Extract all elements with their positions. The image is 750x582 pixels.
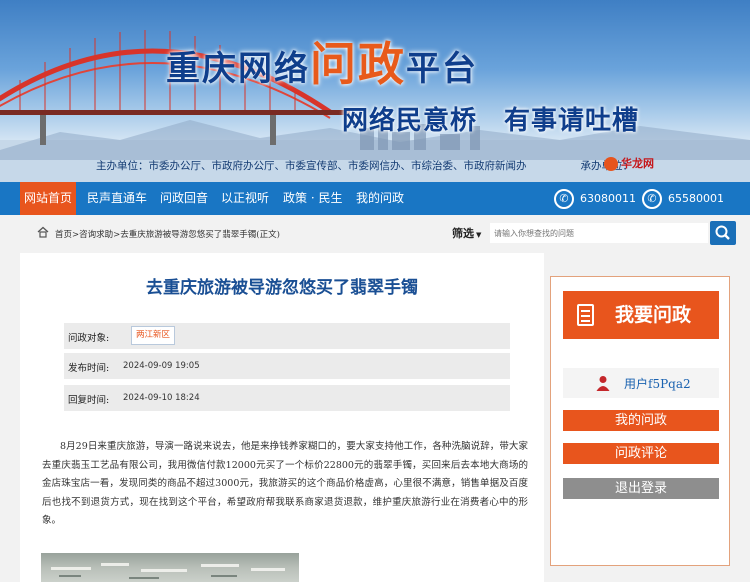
reply-time: 2024-09-10 18:24 (123, 393, 200, 403)
nav-my-questions[interactable]: 我的问政 (356, 182, 404, 215)
caret-down-icon: ▼ (476, 230, 482, 239)
search-icon (715, 225, 730, 240)
target-tag[interactable]: 两江新区 (131, 326, 176, 345)
filter-dropdown[interactable]: 筛选 ▼ (452, 225, 481, 241)
main-nav: 网站首页 民声直通车 问政回音 以正视听 政策 · 民生 我的问政 ✆ 63080… (0, 182, 750, 215)
article-photo[interactable] (41, 553, 299, 582)
breadcrumb-bar: 首页>咨询求助>去重庆旅游被导游忽悠买了翡翠手镯(正文) 筛选 ▼ (20, 218, 738, 246)
target-label: 问政对象: (68, 333, 110, 344)
meta-reply-row: 回复时间: 2024-09-10 18:24 (64, 385, 510, 411)
post-time-label: 发布时间: (68, 363, 110, 374)
user-info: 用户f5Pqa2 (563, 368, 719, 398)
hotline-2: ✆ 65580001 (642, 188, 724, 210)
site-slogan: 网络民意桥 有事请吐槽 (342, 106, 640, 136)
nav-voice-express[interactable]: 民声直通车 (87, 182, 147, 215)
sponsor-line: 主办单位：市委办公厅、市政府办公厅、市委宣传部、市委网信办、市综治委、市政府新闻… (96, 160, 633, 172)
user-sidebar: 我要问政 用户f5Pqa2 我的问政 问政评论 退出登录 (550, 276, 730, 566)
comments-button[interactable]: 问政评论 (563, 443, 719, 464)
home-icon (37, 226, 49, 238)
reply-time-label: 回复时间: (68, 395, 110, 406)
article-body: 8月29日来重庆旅游，导演一路说来说去，他是来挣钱养家糊口的，要大家支持他工作，… (42, 441, 528, 526)
nav-home[interactable]: 网站首页 (20, 182, 77, 215)
jewelry-receipt-image (51, 563, 285, 579)
article-title: 去重庆旅游被导游忽悠买了翡翠手镯 (146, 278, 418, 298)
nav-replies[interactable]: 问政回音 (160, 182, 208, 215)
search-input[interactable] (490, 223, 708, 243)
logout-button[interactable]: 退出登录 (563, 478, 719, 499)
document-icon (577, 304, 594, 326)
search-button[interactable] (710, 221, 736, 245)
meta-post-row: 发布时间: 2024-09-09 19:05 (64, 353, 510, 379)
header-banner: 重庆网络问政平台 网络民意桥 有事请吐槽 主办单位：市委办公厅、市政府办公厅、市… (0, 0, 750, 182)
user-name[interactable]: 用户f5Pqa2 (624, 375, 691, 392)
hotline-1: ✆ 63080011 (554, 188, 636, 210)
nav-policy[interactable]: 政策 · 民生 (283, 182, 342, 215)
ask-question-button[interactable]: 我要问政 (563, 291, 719, 339)
user-icon (596, 376, 610, 391)
post-time: 2024-09-09 19:05 (123, 361, 200, 371)
nav-clarify[interactable]: 以正视听 (221, 182, 269, 215)
article-panel: 去重庆旅游被导游忽悠买了翡翠手镯 问政对象: 两江新区 发布时间: 2024-0… (20, 253, 544, 582)
hualong-logo[interactable]: 华龙网 (604, 155, 654, 171)
breadcrumb[interactable]: 首页>咨询求助>去重庆旅游被导游忽悠买了翡翠手镯(正文) (55, 228, 280, 240)
hualong-logo-icon (604, 157, 618, 171)
site-title: 重庆网络问政平台 (166, 37, 478, 91)
my-questions-button[interactable]: 我的问政 (563, 410, 719, 431)
meta-target-row: 问政对象: 两江新区 (64, 323, 510, 349)
phone-icon: ✆ (554, 189, 574, 209)
phone-icon: ✆ (642, 189, 662, 209)
